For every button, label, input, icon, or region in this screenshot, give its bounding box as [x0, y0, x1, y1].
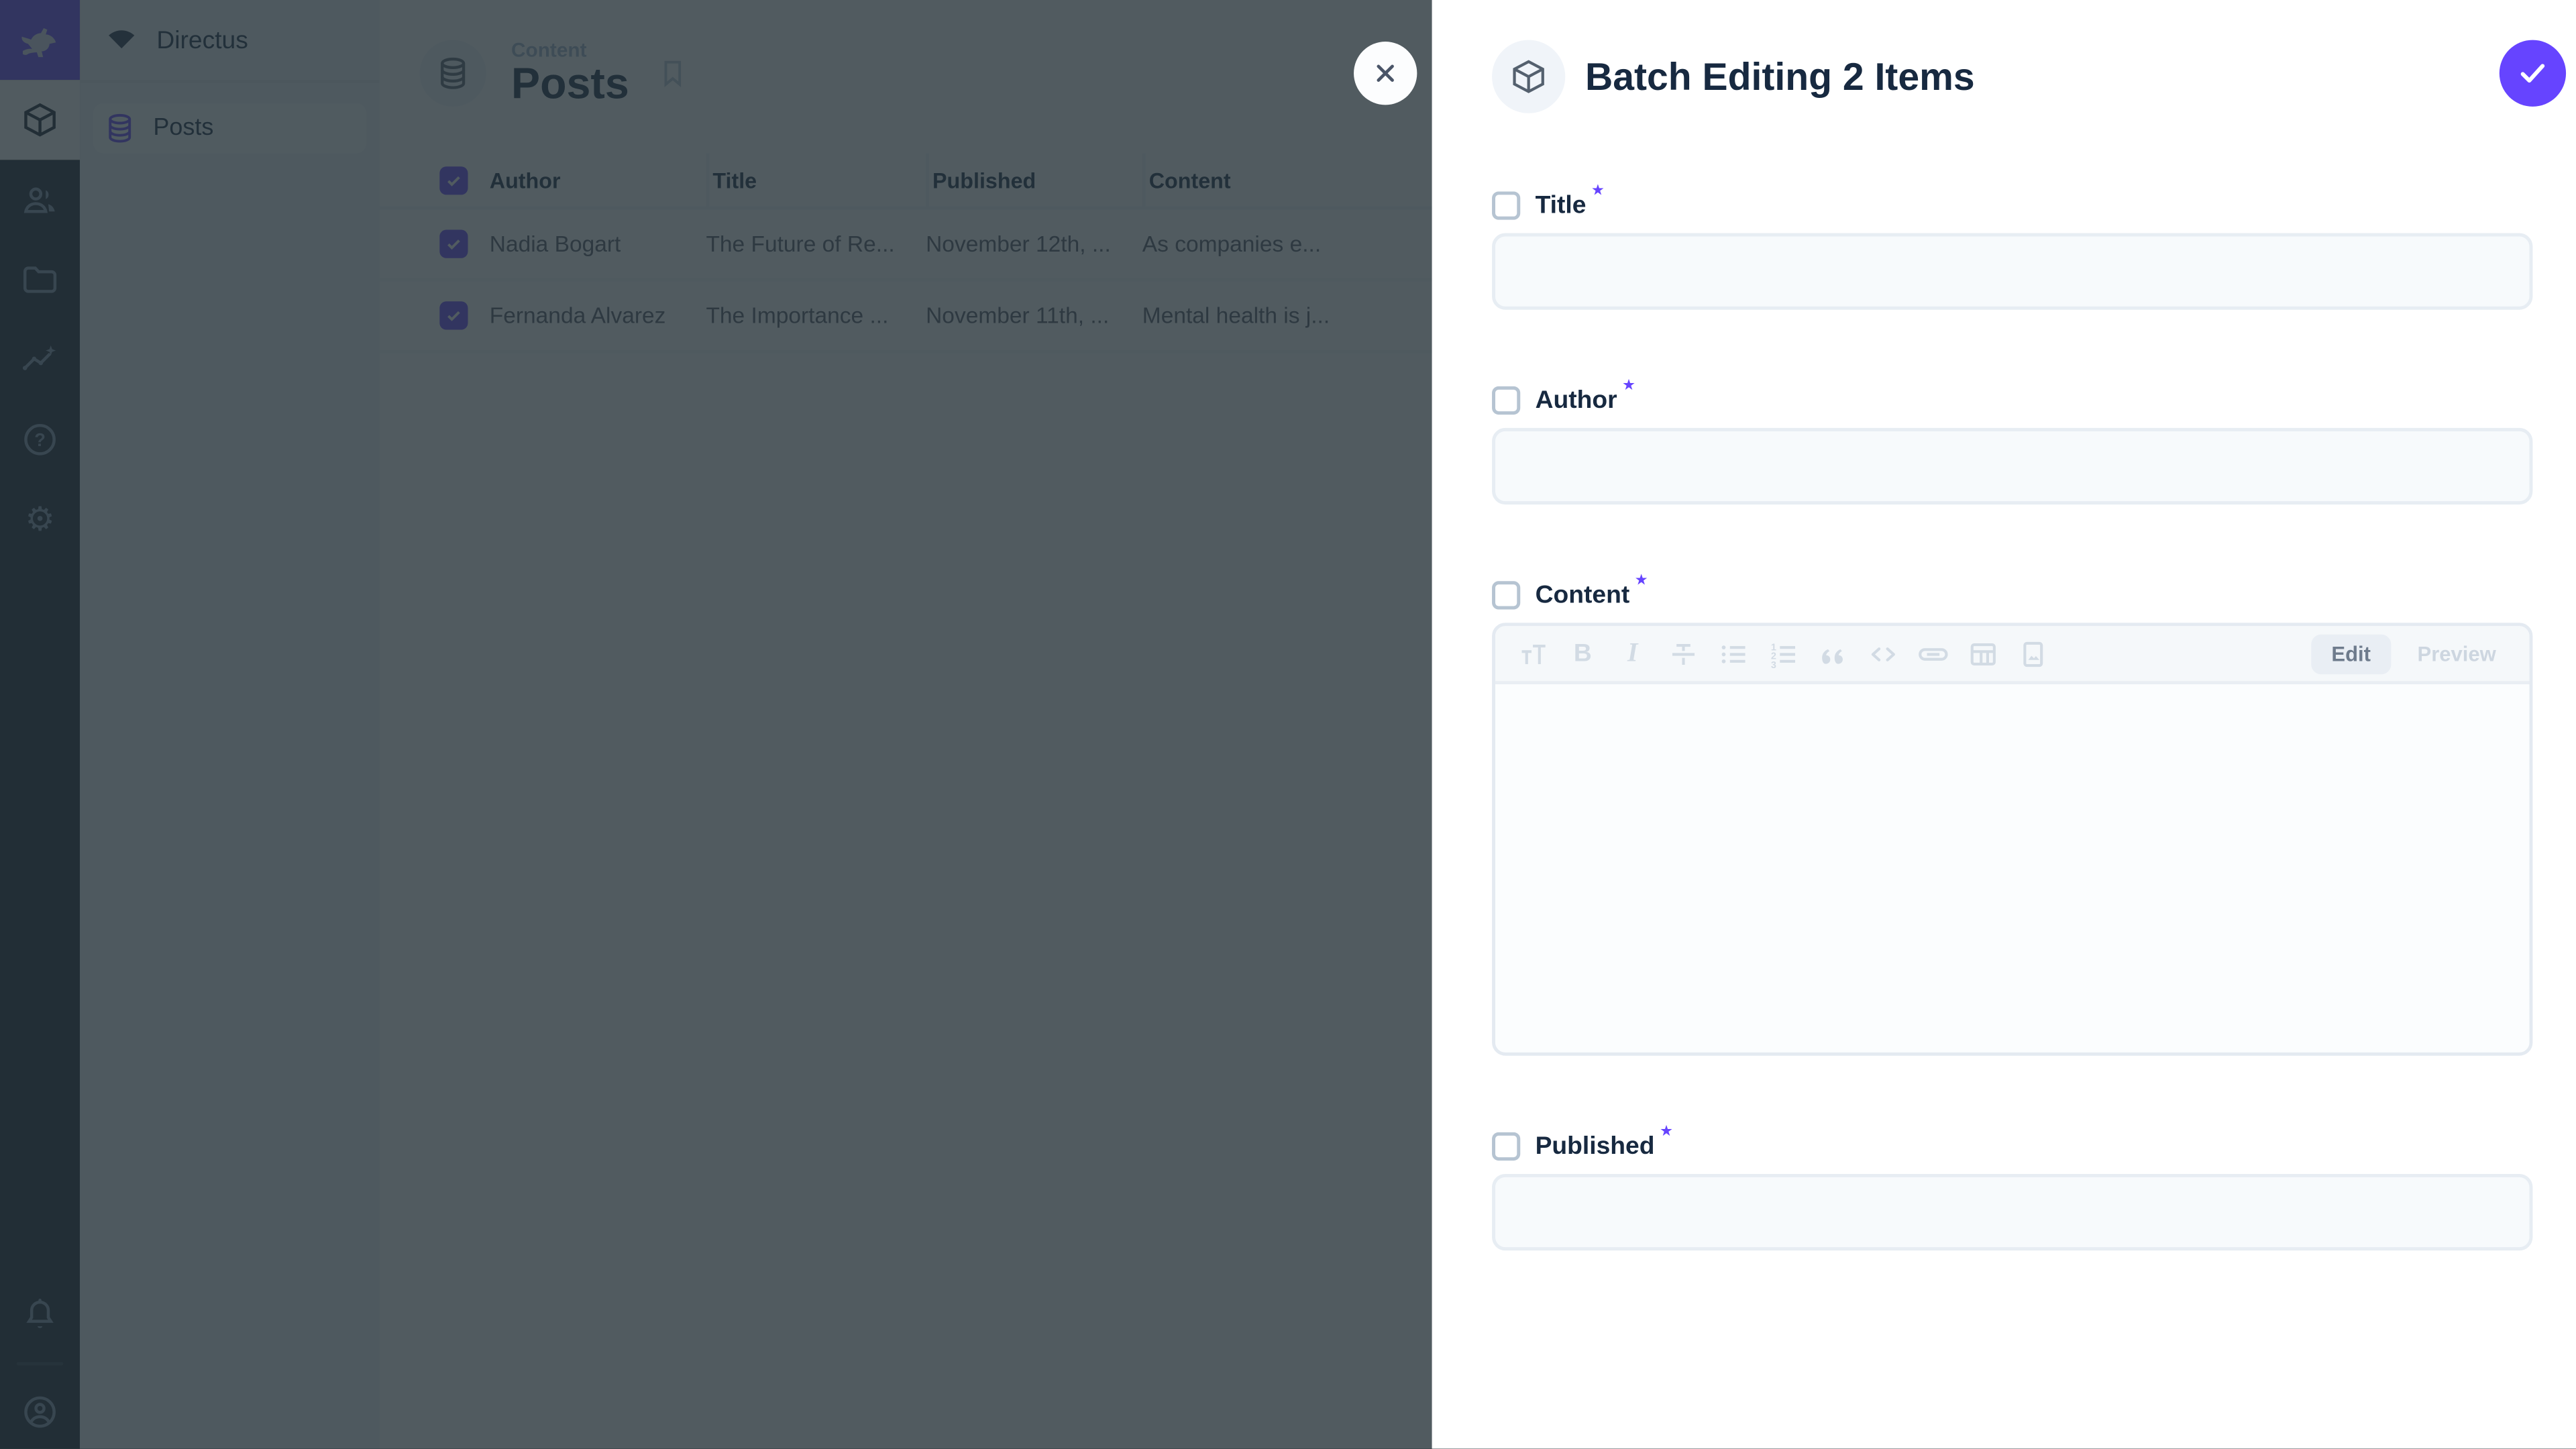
link-icon	[1916, 637, 1949, 670]
field-published: Published★	[1492, 1127, 2532, 1250]
published-input[interactable]	[1492, 1174, 2532, 1250]
quote-icon	[1816, 637, 1849, 670]
field-title: Title★	[1492, 186, 2532, 310]
format-size-icon	[1516, 637, 1550, 670]
field-content-label: Content★	[1536, 580, 1648, 608]
editor-toolbar: B I 123	[1495, 626, 2529, 684]
blockquote-button[interactable]	[1809, 632, 1857, 676]
required-star: ★	[1635, 570, 1648, 587]
field-content-checkbox[interactable]	[1492, 580, 1520, 608]
format-size-button[interactable]	[1509, 632, 1557, 676]
box-icon	[1509, 56, 1549, 97]
drawer-overlay[interactable]	[0, 0, 1432, 1449]
editor-tab-preview[interactable]: Preview	[2398, 633, 2516, 674]
required-star: ★	[1622, 376, 1635, 392]
table-button[interactable]	[1958, 632, 2006, 676]
field-published-label: Published★	[1536, 1132, 1673, 1160]
image-button[interactable]	[2008, 632, 2057, 676]
author-input[interactable]	[1492, 428, 2532, 504]
numbered-list-icon: 123	[1766, 637, 1799, 670]
image-icon	[2016, 637, 2049, 670]
strikethrough-icon	[1666, 637, 1699, 670]
bulleted-list-icon	[1716, 637, 1750, 670]
close-icon	[1368, 56, 1402, 90]
app: ? ⚙ Directus Posts Content	[0, 0, 2576, 1449]
italic-button[interactable]: I	[1609, 632, 1657, 676]
content-editor-body[interactable]	[1495, 684, 2529, 1053]
drawer-fields: Title★ Author★ Content★	[1492, 186, 2532, 1250]
code-icon	[1866, 637, 1899, 670]
bold-button[interactable]: B	[1558, 632, 1607, 676]
field-author-label: Author★	[1536, 386, 1636, 414]
field-author-checkbox[interactable]	[1492, 386, 1520, 414]
field-title-checkbox[interactable]	[1492, 191, 1520, 219]
table-icon	[1966, 637, 1999, 670]
numbered-list-button[interactable]: 123	[1758, 632, 1807, 676]
batch-edit-drawer: Batch Editing 2 Items Title★ Author★	[1432, 0, 2576, 1449]
required-star: ★	[1660, 1122, 1673, 1138]
markdown-editor: B I 123	[1492, 623, 2532, 1055]
editor-tab-edit[interactable]: Edit	[2312, 633, 2391, 674]
drawer-close-button[interactable]	[1354, 42, 1417, 105]
link-button[interactable]	[1909, 632, 1957, 676]
field-author: Author★	[1492, 381, 2532, 504]
save-button[interactable]	[2500, 40, 2566, 107]
field-title-label: Title★	[1536, 191, 1605, 219]
drawer-title: Batch Editing 2 Items	[1585, 54, 1975, 99]
field-published-checkbox[interactable]	[1492, 1132, 1520, 1160]
code-button[interactable]	[1858, 632, 1907, 676]
strikethrough-button[interactable]	[1658, 632, 1707, 676]
field-content: Content★ B I	[1492, 576, 2532, 1056]
drawer-icon-circle	[1492, 40, 1565, 113]
required-star: ★	[1591, 180, 1605, 197]
title-input[interactable]	[1492, 233, 2532, 310]
check-icon	[2514, 55, 2551, 92]
bulleted-list-button[interactable]	[1709, 632, 1757, 676]
drawer-header: Batch Editing 2 Items	[1492, 40, 2532, 113]
svg-text:3: 3	[1770, 659, 1776, 670]
